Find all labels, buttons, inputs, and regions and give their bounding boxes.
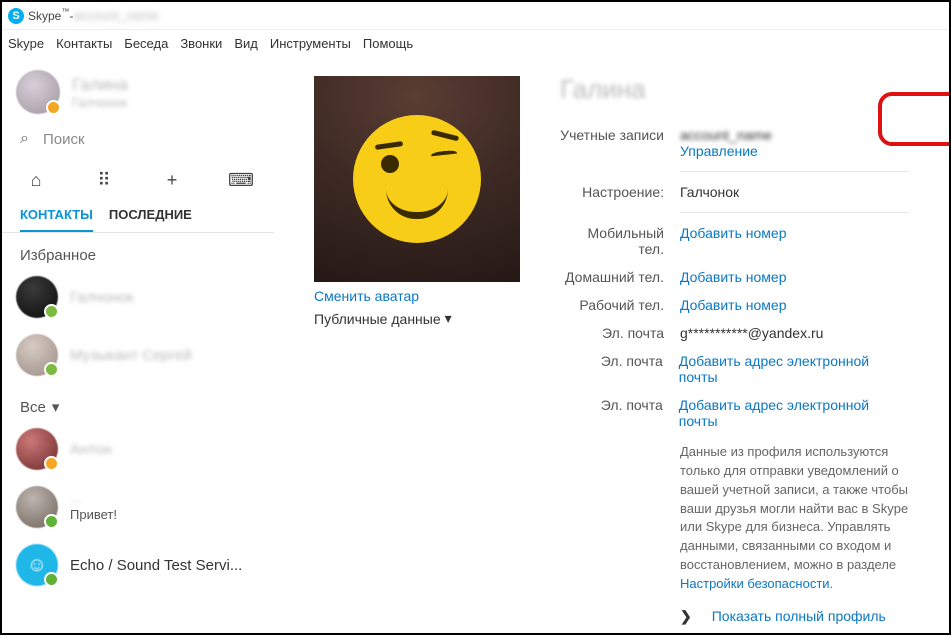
menu-contacts[interactable]: Контакты (56, 36, 112, 51)
section-favorites[interactable]: Избранное (2, 233, 274, 268)
title-username: account_name (73, 8, 158, 23)
public-data-dropdown[interactable]: Публичные данные ▾ (314, 310, 452, 327)
accounts-value: account_name (680, 127, 772, 143)
label-work: Рабочий тел. (560, 297, 664, 313)
email-value: g***********@yandex.ru (680, 325, 823, 341)
menu-help[interactable]: Помощь (363, 36, 413, 51)
status-online-icon (44, 304, 59, 319)
label-email3: Эл. почта (560, 397, 663, 413)
tab-recent[interactable]: ПОСЛЕДНИЕ (109, 207, 192, 232)
label-accounts: Учетные записи (560, 127, 664, 143)
menu-conversation[interactable]: Беседа (124, 36, 168, 51)
show-full-profile-link[interactable]: Показать полный профиль (712, 608, 886, 624)
menu-calls[interactable]: Звонки (180, 36, 222, 51)
status-online-icon (44, 362, 59, 377)
profile-help-text: Данные из профиля используются только дл… (680, 443, 909, 594)
menu-bar: Skype Контакты Беседа Звонки Вид Инструм… (2, 30, 949, 56)
sidebar: Галина Галчонок ⌕ Поиск ⌂ ⠿ + ⌨ КОНТАКТЫ… (2, 56, 274, 633)
bot-icon[interactable]: ⌨ (228, 170, 252, 191)
add-email-link-2[interactable]: Добавить адрес электронной почты (679, 397, 909, 429)
add-email-link[interactable]: Добавить адрес электронной почты (679, 353, 909, 385)
label-mobile: Мобильный тел. (560, 225, 664, 257)
me-avatar[interactable] (16, 70, 60, 114)
home-icon[interactable]: ⌂ (24, 170, 48, 191)
contact-name: Echo / Sound Test Servi... (70, 557, 242, 574)
chevron-right-icon: ❯ (680, 608, 692, 625)
menu-skype[interactable]: Skype (8, 36, 44, 51)
dialpad-icon[interactable]: ⠿ (92, 170, 116, 191)
profile-avatar-image[interactable] (314, 76, 520, 282)
status-away-icon (46, 100, 61, 115)
label-mood: Настроение: (560, 184, 664, 200)
menu-view[interactable]: Вид (234, 36, 258, 51)
status-online-icon (44, 572, 59, 587)
status-away-icon (44, 456, 59, 471)
security-settings-link[interactable]: Настройки безопасности (680, 576, 830, 591)
contact-name: Антон (70, 441, 112, 458)
status-online-icon (44, 514, 59, 529)
menu-tools[interactable]: Инструменты (270, 36, 351, 51)
profile-display-name: Галина (560, 74, 909, 105)
contact-name: Галчонок (70, 289, 133, 306)
me-mood: Галчонок (72, 95, 128, 110)
app-name: Skype (28, 9, 61, 23)
sidebar-toolbar: ⌂ ⠿ + ⌨ (2, 156, 274, 201)
label-email: Эл. почта (560, 325, 664, 341)
change-avatar-link[interactable]: Сменить аватар (314, 288, 419, 304)
contact-name: ... (70, 491, 117, 506)
contact-last-message: Привет! (70, 506, 117, 523)
label-email2: Эл. почта (560, 353, 663, 369)
contact-row[interactable]: Музыкант Сергей (2, 326, 274, 384)
search-row[interactable]: ⌕ Поиск (2, 122, 274, 156)
add-mobile-link[interactable]: Добавить номер (680, 225, 786, 241)
manage-account-link[interactable]: Управление (680, 143, 772, 159)
chevron-down-icon: ▾ (445, 310, 452, 327)
window-titlebar: S Skype™ - account_name (2, 2, 949, 30)
contact-name: Музыкант Сергей (70, 347, 192, 364)
search-placeholder: Поиск (43, 131, 85, 148)
me-display-name: Галина (72, 75, 128, 95)
contact-row[interactable]: ☺ Echo / Sound Test Servi... (2, 536, 274, 594)
add-contact-icon[interactable]: + (160, 170, 184, 191)
sidebar-tabs: КОНТАКТЫ ПОСЛЕДНИЕ (2, 201, 274, 233)
skype-logo-icon: S (8, 8, 24, 24)
profile-panel: Сменить аватар Публичные данные ▾ Галина… (274, 56, 949, 633)
contact-row[interactable]: Антон (2, 420, 274, 478)
search-icon: ⌕ (20, 130, 29, 148)
chevron-down-icon: ▾ (52, 398, 60, 416)
add-home-link[interactable]: Добавить номер (680, 269, 786, 285)
tm-mark: ™ (61, 7, 69, 16)
contact-row[interactable]: ... Привет! (2, 478, 274, 536)
label-home: Домашний тел. (560, 269, 664, 285)
me-row[interactable]: Галина Галчонок (2, 56, 274, 122)
mood-value[interactable]: Галчонок (680, 184, 739, 200)
add-work-link[interactable]: Добавить номер (680, 297, 786, 313)
tab-contacts[interactable]: КОНТАКТЫ (20, 207, 93, 232)
contact-row[interactable]: Галчонок (2, 268, 274, 326)
section-all[interactable]: Все ▾ (2, 384, 274, 420)
